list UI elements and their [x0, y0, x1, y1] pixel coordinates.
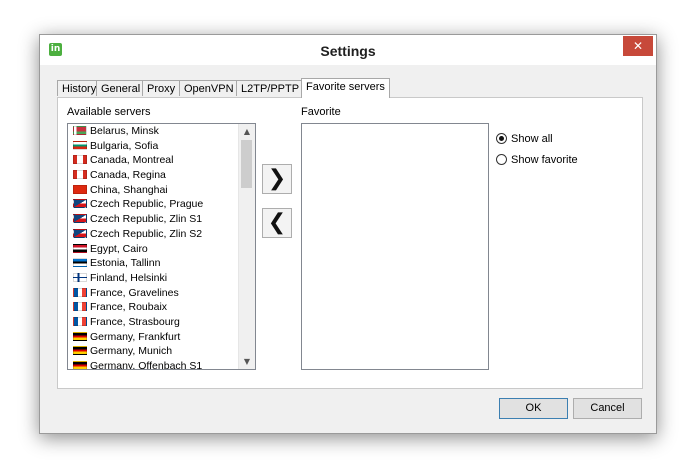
flag-cz-icon: [73, 214, 87, 224]
server-list-item[interactable]: Canada, Montreal: [68, 153, 255, 168]
flag-de-icon: [73, 346, 87, 356]
scroll-down-icon[interactable]: ▼: [239, 354, 255, 369]
server-label: Bulgaria, Sofia: [90, 139, 159, 152]
server-list-item[interactable]: Czech Republic, Zlin S1: [68, 212, 255, 227]
server-label: Germany, Offenbach S1: [90, 360, 203, 370]
favorite-servers-panel: Available servers Favorite Belarus, Mins…: [57, 97, 643, 389]
server-label: France, Strasbourg: [90, 315, 180, 328]
settings-window: in Settings ✕ History General Proxy Open…: [39, 34, 657, 434]
flag-bg-icon: [73, 140, 87, 150]
flag-fi-icon: [73, 272, 87, 282]
chevron-right-icon: ❯: [267, 166, 287, 191]
server-list-item[interactable]: Czech Republic, Prague: [68, 197, 255, 212]
tab-history[interactable]: History: [57, 80, 102, 96]
tab-openvpn[interactable]: OpenVPN: [179, 80, 239, 96]
server-label: Canada, Regina: [90, 169, 166, 182]
server-list-item[interactable]: Egypt, Cairo: [68, 242, 255, 257]
server-label: France, Roubaix: [90, 301, 168, 314]
server-list-item[interactable]: France, Strasbourg: [68, 315, 255, 330]
server-label: Czech Republic, Zlin S2: [90, 227, 203, 240]
server-list-item[interactable]: Bulgaria, Sofia: [68, 139, 255, 154]
tab-favorite-servers[interactable]: Favorite servers: [301, 78, 390, 98]
tab-proxy[interactable]: Proxy: [142, 80, 181, 96]
server-list-item[interactable]: Canada, Regina: [68, 168, 255, 183]
available-servers-label: Available servers: [67, 106, 151, 118]
flag-cz-icon: [73, 199, 87, 209]
remove-from-favorite-button[interactable]: ❮: [262, 208, 292, 238]
flag-ee-icon: [73, 258, 87, 268]
scroll-thumb[interactable]: [241, 140, 252, 188]
server-list-item[interactable]: Finland, Helsinki: [68, 271, 255, 286]
window-title: Settings: [320, 43, 376, 59]
server-list-item[interactable]: China, Shanghai: [68, 183, 255, 198]
flag-eg-icon: [73, 243, 87, 253]
ok-button[interactable]: OK: [499, 398, 568, 419]
flag-cn-icon: [73, 184, 87, 194]
flag-ca-icon: [73, 170, 87, 180]
server-list-item[interactable]: Belarus, Minsk: [68, 124, 255, 139]
server-label: Belarus, Minsk: [90, 125, 159, 137]
favorite-label: Favorite: [301, 106, 341, 118]
flag-ca-icon: [73, 155, 87, 165]
server-label: Germany, Frankfurt: [90, 330, 181, 343]
flag-cz-icon: [73, 228, 87, 238]
server-list-item[interactable]: France, Gravelines: [68, 286, 255, 301]
server-label: Egypt, Cairo: [90, 242, 148, 255]
close-button[interactable]: ✕: [623, 36, 653, 56]
server-label: Estonia, Tallinn: [90, 257, 161, 270]
tab-general[interactable]: General: [96, 80, 146, 96]
server-list-item[interactable]: Estonia, Tallinn: [68, 256, 255, 271]
vertical-scrollbar[interactable]: ▲ ▼: [238, 124, 255, 369]
show-favorite-label: Show favorite: [511, 154, 578, 166]
flag-by-icon: [73, 126, 87, 135]
server-list-item[interactable]: Germany, Offenbach S1: [68, 359, 255, 370]
flag-de-icon: [73, 331, 87, 341]
flag-fr-icon: [73, 316, 87, 326]
server-list-item[interactable]: Germany, Munich: [68, 344, 255, 359]
server-label: Canada, Montreal: [90, 154, 174, 167]
server-label: Czech Republic, Zlin S1: [90, 213, 203, 226]
cancel-button[interactable]: Cancel: [573, 398, 642, 419]
favorite-servers-list[interactable]: [301, 123, 489, 370]
flag-fr-icon: [73, 287, 87, 297]
server-label: China, Shanghai: [90, 183, 168, 196]
chevron-left-icon: ❮: [267, 210, 287, 235]
show-all-label: Show all: [511, 133, 553, 145]
radio-button-checked[interactable]: [496, 133, 507, 144]
flag-fr-icon: [73, 302, 87, 312]
flag-de-icon: [73, 361, 87, 369]
server-list-item[interactable]: Czech Republic, Zlin S2: [68, 227, 255, 242]
server-list-item[interactable]: France, Roubaix: [68, 300, 255, 315]
scroll-up-icon[interactable]: ▲: [239, 124, 255, 139]
server-label: France, Gravelines: [90, 286, 179, 299]
server-label: Czech Republic, Prague: [90, 198, 204, 211]
add-to-favorite-button[interactable]: ❯: [262, 164, 292, 194]
tab-l2tp-pptp[interactable]: L2TP/PPTP: [236, 80, 305, 96]
title-bar[interactable]: in Settings ✕: [40, 35, 656, 65]
radio-button[interactable]: [496, 154, 507, 165]
close-icon: ✕: [632, 39, 644, 53]
server-list-item[interactable]: Germany, Frankfurt: [68, 330, 255, 345]
available-servers-list[interactable]: Belarus, Minsk Bulgaria, Sofia Canada, Mon…: [67, 123, 256, 370]
server-label: Germany, Munich: [90, 345, 173, 358]
server-label: Finland, Helsinki: [90, 271, 168, 284]
